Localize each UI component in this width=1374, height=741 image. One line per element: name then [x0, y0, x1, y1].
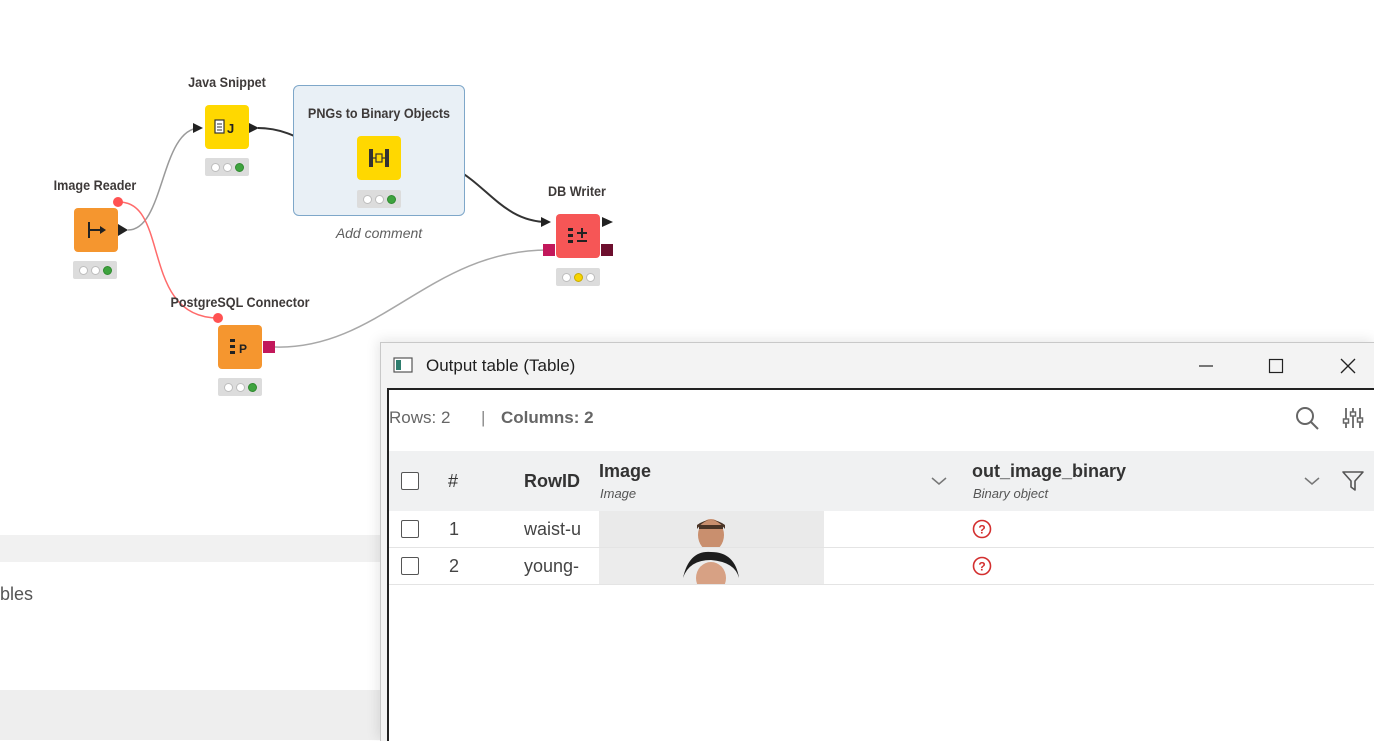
node-pngs-to-binary[interactable] — [357, 136, 401, 180]
input-port-dbwriter — [541, 217, 551, 227]
node-status-postgres-connector — [218, 378, 262, 396]
filter-button[interactable] — [1339, 467, 1367, 495]
node-title-pngs-to-binary[interactable]: PNGs to Binary Objects — [308, 105, 450, 121]
row-checkbox[interactable] — [401, 520, 419, 538]
node-title-postgres-connector[interactable]: PostgreSQL Connector — [170, 294, 309, 310]
minimize-button[interactable] — [1183, 349, 1229, 383]
node-postgres-connector[interactable]: P — [218, 325, 262, 369]
node-status-image-reader — [73, 261, 117, 279]
background-panel-body — [0, 620, 382, 691]
chevron-down-icon — [1304, 477, 1320, 485]
columns-count: Columns: 2 — [501, 408, 594, 427]
flow-var-port-imagereader — [113, 197, 123, 207]
close-icon — [1340, 358, 1356, 374]
column-header-rowid[interactable]: RowID — [524, 471, 580, 492]
add-comment-label[interactable]: Add comment — [336, 225, 422, 241]
select-all-checkbox[interactable] — [401, 472, 419, 490]
table-view: Rows: 2 | Columns: 2 # RowID Image Image… — [387, 388, 1374, 741]
window-titlebar[interactable]: Output table (Table) — [381, 343, 1374, 388]
node-db-writer[interactable] — [556, 214, 600, 258]
close-button[interactable] — [1325, 349, 1371, 383]
chevron-down-icon — [931, 477, 947, 485]
minimize-icon — [1199, 365, 1213, 367]
column-header-binary[interactable]: out_image_binary — [972, 461, 1126, 482]
input-port-javasnippet — [193, 123, 203, 133]
maximize-button[interactable] — [1253, 349, 1299, 383]
column-header-image[interactable]: Image — [599, 461, 651, 482]
node-title-java-snippet[interactable]: Java Snippet — [188, 74, 266, 90]
window-title: Output table (Table) — [426, 356, 576, 375]
missing-value-icon: ? — [972, 519, 992, 539]
reader-icon — [88, 222, 106, 238]
svg-text:?: ? — [978, 560, 985, 574]
row-index: 1 — [449, 519, 460, 539]
row-id: young- — [524, 556, 580, 576]
binary-column-menu-button[interactable] — [1298, 467, 1326, 495]
sliders-icon — [1342, 408, 1364, 428]
image-thumbnail — [599, 548, 824, 584]
svg-text:P: P — [239, 342, 247, 356]
node-java-snippet[interactable]: J — [205, 105, 249, 149]
output-port-javasnippet — [249, 123, 259, 133]
person-photo-thumbnail — [599, 548, 824, 584]
svg-text:?: ? — [978, 523, 985, 537]
person-photo-thumbnail — [599, 511, 824, 547]
rows-count: Rows: 2 — [389, 408, 451, 427]
search-button[interactable] — [1293, 404, 1321, 432]
row-checkbox[interactable] — [401, 557, 419, 575]
node-title-db-writer[interactable]: DB Writer — [548, 183, 606, 199]
search-icon — [1296, 407, 1319, 430]
node-image-reader[interactable] — [74, 208, 118, 252]
table-info-bar: Rows: 2 | Columns: 2 — [389, 390, 1374, 448]
column-type-image: Image — [600, 486, 637, 501]
output-port-dbwriter — [602, 217, 613, 227]
table-window-icon — [393, 357, 413, 373]
output-port-imagereader — [118, 224, 128, 236]
background-panel-tab[interactable]: bles — [0, 562, 382, 621]
background-panel-header — [0, 535, 382, 563]
table-row[interactable]: 1 waist-u ? — [389, 511, 1374, 548]
flow-var-port-postgres — [213, 313, 223, 323]
java-snippet-icon: J — [214, 119, 234, 136]
component-icon — [369, 149, 389, 167]
node-title-image-reader[interactable]: Image Reader — [54, 177, 137, 193]
maximize-icon — [1268, 358, 1284, 374]
db-port-dbwriter-in — [543, 244, 555, 256]
db-port-dbwriter-out — [601, 244, 613, 256]
db-port-postgres-out — [263, 341, 275, 353]
output-table-window: Output table (Table) Rows: 2 | Columns: … — [380, 342, 1374, 741]
row-id: waist-u — [524, 519, 582, 539]
info-separator: | — [481, 408, 486, 427]
connection-postgres-dbwriter — [274, 249, 549, 348]
node-status-pngs-to-binary — [357, 190, 401, 208]
missing-value-icon: ? — [972, 556, 992, 576]
db-writer-icon — [568, 228, 587, 243]
table-row[interactable]: 2 young- ? — [389, 548, 1374, 585]
row-index: 2 — [449, 556, 460, 576]
table-header-row: # RowID Image Image out_image_binary Bin… — [389, 451, 1374, 511]
background-panel-label: bles — [0, 584, 34, 604]
db-connector-icon: P — [230, 339, 247, 356]
node-status-java-snippet — [205, 158, 249, 176]
table-settings-button[interactable] — [1339, 404, 1367, 432]
connection-imagereader-javasnippet — [127, 127, 201, 231]
image-thumbnail — [599, 511, 824, 547]
filter-icon — [1342, 471, 1364, 491]
column-type-binary: Binary object — [973, 486, 1049, 501]
image-column-menu-button[interactable] — [925, 467, 953, 495]
column-header-index: # — [448, 471, 459, 491]
background-panel-footer — [0, 690, 382, 740]
svg-text:J: J — [227, 121, 234, 136]
node-status-db-writer — [556, 268, 600, 286]
